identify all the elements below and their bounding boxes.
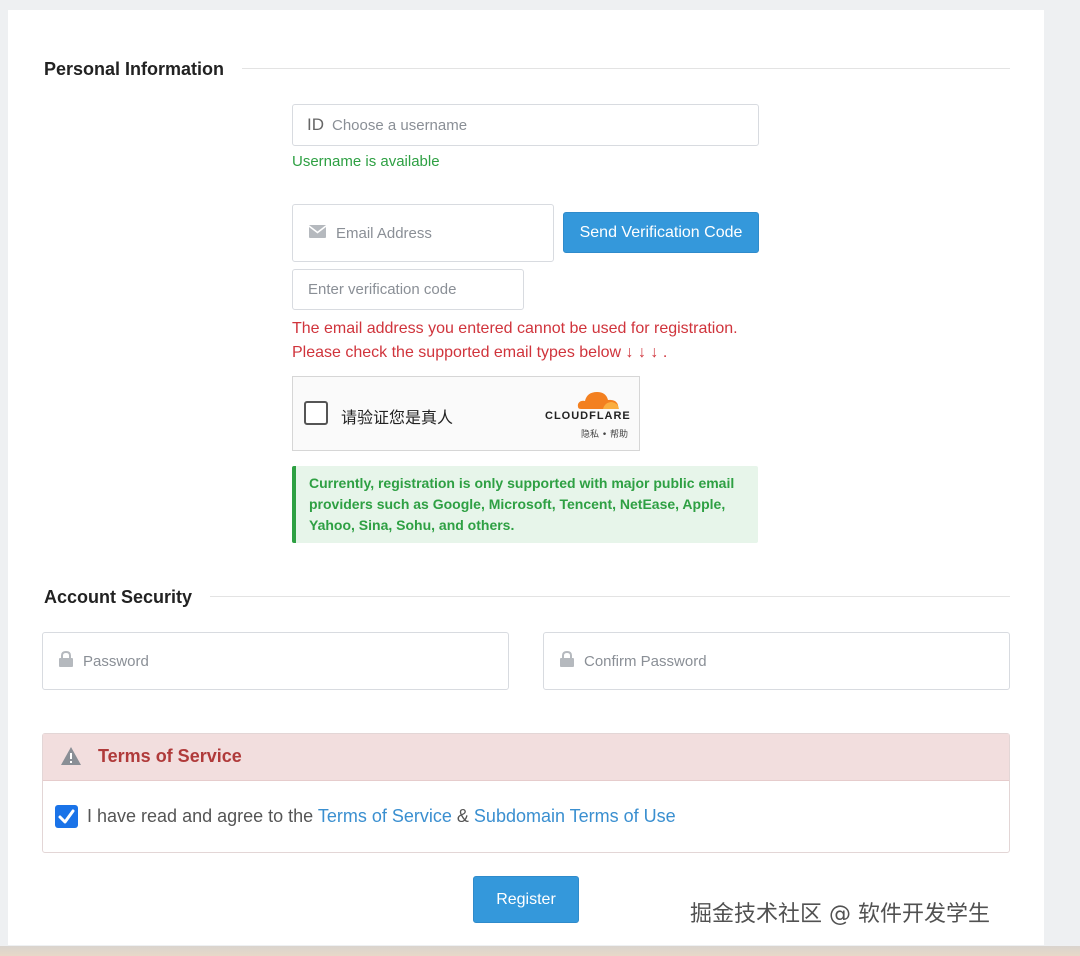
captcha-privacy-help-links[interactable]: 隐私 • 帮助 [581, 427, 628, 440]
terms-panel-title: Terms of Service [98, 746, 242, 766]
terms-panel-header: Terms of Service [43, 734, 1009, 781]
password-input[interactable]: Password [42, 632, 509, 690]
verification-code-input[interactable]: Enter verification code [292, 269, 524, 310]
terms-of-service-panel: Terms of Service I have read and agree t… [42, 733, 1010, 853]
subdomain-terms-link[interactable]: Subdomain Terms of Use [474, 806, 676, 826]
email-placeholder: Email Address [336, 224, 432, 242]
terms-of-service-link[interactable]: Terms of Service [318, 806, 452, 826]
send-verification-code-button[interactable]: Send Verification Code [563, 212, 759, 253]
captcha-checkbox[interactable] [304, 401, 328, 425]
agree-terms-checkbox[interactable] [55, 805, 78, 828]
email-input[interactable]: Email Address [292, 204, 554, 262]
cloudflare-captcha-widget: 请验证您是真人 CLOUDFLARE 隐私 • 帮助 [292, 376, 640, 451]
watermark-text: 掘金技术社区 @ 软件开发学生 [690, 902, 990, 927]
username-input[interactable]: ID Choose a username [292, 104, 759, 146]
section-title-personal: Personal Information [44, 59, 243, 80]
lock-icon [59, 650, 73, 671]
agree-terms-label: I have read and agree to the Terms of Se… [87, 806, 676, 827]
supported-email-notice: Currently, registration is only supporte… [292, 466, 758, 543]
register-button[interactable]: Register [473, 876, 579, 923]
confirm-password-placeholder: Confirm Password [584, 652, 707, 670]
lock-icon [560, 650, 574, 671]
ampersand-text: & [451, 806, 474, 826]
agree-text: I have read and agree to the [87, 806, 318, 826]
id-prefix-label: ID [307, 115, 324, 134]
captcha-label: 请验证您是真人 [341, 408, 454, 427]
cloudflare-brand: CLOUDFLARE [545, 410, 631, 422]
section-title-security: Account Security [44, 587, 211, 608]
warning-triangle-icon [60, 746, 82, 771]
confirm-password-input[interactable]: Confirm Password [543, 632, 1010, 690]
envelope-icon [308, 224, 327, 242]
checkmark-icon [58, 809, 75, 824]
window-bottom-edge [0, 946, 1080, 956]
username-status: Username is available [292, 153, 440, 170]
username-placeholder: Choose a username [332, 116, 468, 134]
email-error-line2: Please check the supported email types b… [292, 344, 668, 361]
verification-code-placeholder: Enter verification code [308, 281, 457, 298]
password-placeholder: Password [83, 652, 149, 670]
email-error-line1: The email address you entered cannot be … [292, 320, 738, 337]
